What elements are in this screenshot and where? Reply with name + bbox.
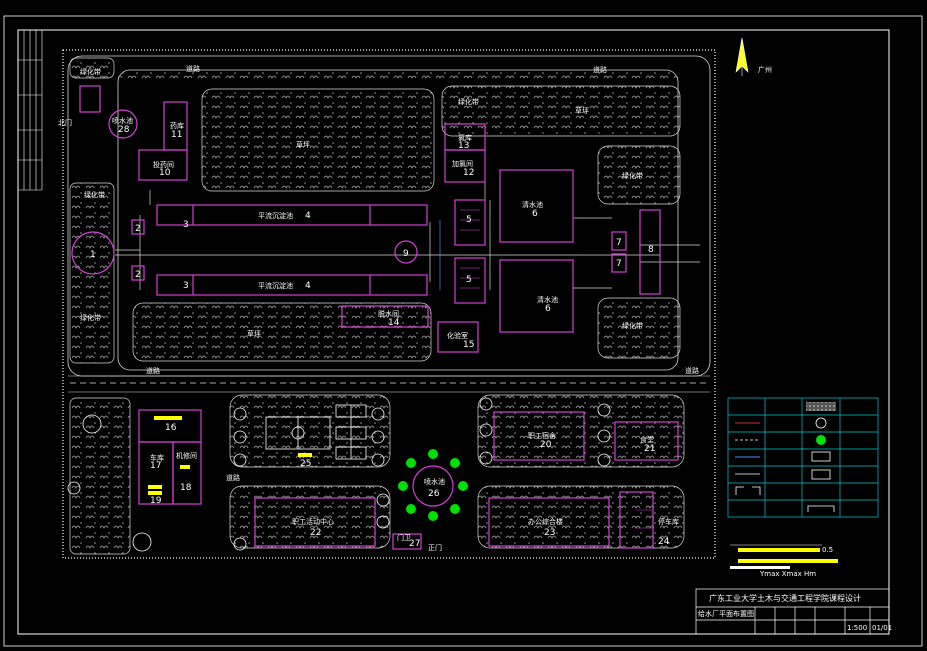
green-sw (69, 397, 131, 555)
unit-6a-name: 清水池 (522, 200, 543, 209)
unit-26-no: 26 (428, 489, 440, 499)
unit-12-name: 加氯间 (452, 159, 473, 168)
unit-13-name: 氯库 (458, 133, 472, 142)
unit-2b-no: 2 (135, 270, 141, 280)
title-block-school: 广东工业大学土木与交通工程学院课程设计 (709, 593, 861, 603)
green-se (477, 394, 685, 468)
unit-27-name: 门卫 (397, 533, 411, 542)
unit-25-no: 25 (300, 459, 311, 469)
site-plan-drawing: 道路 道路 道路 道路 道路 绿化带 绿化带 绿化带 草坪 草坪 绿化带 绿化带… (3, 15, 923, 647)
unit-20-no: 20 (540, 440, 552, 450)
unit-24-no: 24 (658, 537, 670, 547)
unit-17-name: 车库 (150, 453, 164, 462)
unit-7a-no: 7 (616, 238, 622, 248)
green-activity (229, 485, 391, 549)
road-label-south: 道路 (146, 366, 160, 375)
north-arrow-icon (735, 37, 749, 76)
green-label-e2: 绿化带 (622, 321, 643, 330)
binding-strip (18, 30, 43, 191)
unit-4b-no: 4 (305, 281, 311, 291)
unit-14-no: 14 (388, 318, 400, 328)
unit-3b-no: 3 (183, 281, 189, 291)
lawn-north (201, 88, 435, 192)
scale-caption: Ymax Xmax Hm (759, 570, 816, 578)
unit-3a-no: 3 (183, 220, 189, 230)
green-label-w1: 绿化带 (84, 190, 105, 199)
unit-4a-name: 平流沉淀池 (258, 211, 293, 220)
unit-26-fountain (412, 465, 454, 507)
title-block-scale: 1:500 (847, 624, 867, 632)
unit-15-no: 15 (463, 340, 474, 350)
unit-2a-no: 2 (135, 224, 141, 234)
green-label-e1: 绿化带 (622, 171, 643, 180)
green-label-nw: 绿化带 (80, 67, 101, 76)
unit-6b-no: 6 (545, 304, 551, 314)
north-label: 广州 (758, 65, 772, 74)
unit-8-no: 8 (648, 245, 654, 255)
unit-23-name: 办公综合楼 (528, 517, 563, 526)
road-label-north: 道路 (186, 64, 200, 73)
unit-4b-name: 平流沉淀池 (258, 281, 293, 290)
unit-24-name: 停车库 (658, 517, 679, 526)
lawn-label-n: 草坪 (296, 140, 310, 149)
unit-13-no: 13 (458, 141, 469, 151)
unit-26-name: 喷水池 (424, 477, 445, 486)
unit-6b-name: 清水池 (537, 295, 558, 304)
unit-6a-no: 6 (532, 209, 538, 219)
lawn-label-ne: 草坪 (575, 106, 589, 115)
unit-14-name: 脱水间 (378, 309, 399, 318)
unit-17-no: 17 (150, 461, 161, 471)
unit-10-no: 10 (159, 168, 171, 178)
gate-south-label: 正门 (428, 543, 442, 552)
lawn-label-s: 草坪 (247, 329, 261, 338)
green-label-w2: 绿化带 (80, 313, 101, 322)
unit-22-no: 22 (310, 528, 321, 538)
legend-symbols (735, 402, 836, 512)
unit-19-no: 19 (150, 496, 162, 506)
unit-11-name: 药库 (170, 121, 184, 130)
green-west (69, 182, 115, 364)
title-block-drawing-name: 给水厂平面布置图 (698, 609, 754, 618)
unit-5b-no: 5 (466, 275, 472, 285)
unit-10-name: 投药间 (153, 160, 174, 169)
unit-12-no: 12 (463, 168, 474, 178)
lawn-northeast (441, 85, 681, 137)
unit-28-no: 28 (118, 125, 130, 135)
unit-11-no: 11 (171, 130, 182, 140)
unit-22-name: 职工活动中心 (292, 517, 334, 526)
road-label-lower: 道路 (226, 473, 240, 482)
unit-16-no: 16 (165, 423, 177, 433)
road-label-north-2: 道路 (593, 65, 607, 74)
unit-20-name: 职工宿舍 (528, 431, 556, 440)
unit-29-guardhouse (79, 85, 101, 113)
title-block-sheet: 01/01 (872, 624, 892, 632)
unit-9-no: 9 (403, 249, 409, 259)
unit-1-no: 1 (90, 250, 96, 260)
unit-23-no: 23 (544, 528, 555, 538)
unit-28-name: 喷水池 (112, 116, 133, 125)
unit-4a-no: 4 (305, 211, 311, 221)
unit-25-marker (298, 453, 312, 457)
scale-tick-label: 0.5 (822, 546, 833, 554)
gate-north-label: 北门 (58, 118, 72, 127)
unit-15-name: 化验室 (447, 331, 468, 340)
unit-18-no: 18 (180, 483, 192, 493)
unit-7b-no: 7 (616, 259, 622, 269)
unit-21-no: 21 (644, 444, 655, 454)
road-label-south-2: 道路 (685, 366, 699, 375)
unit-21-name: 食堂 (640, 435, 654, 444)
unit-5a-no: 5 (466, 215, 472, 225)
green-label-ne: 绿化带 (458, 97, 479, 106)
unit-18-name: 机修间 (176, 451, 197, 460)
